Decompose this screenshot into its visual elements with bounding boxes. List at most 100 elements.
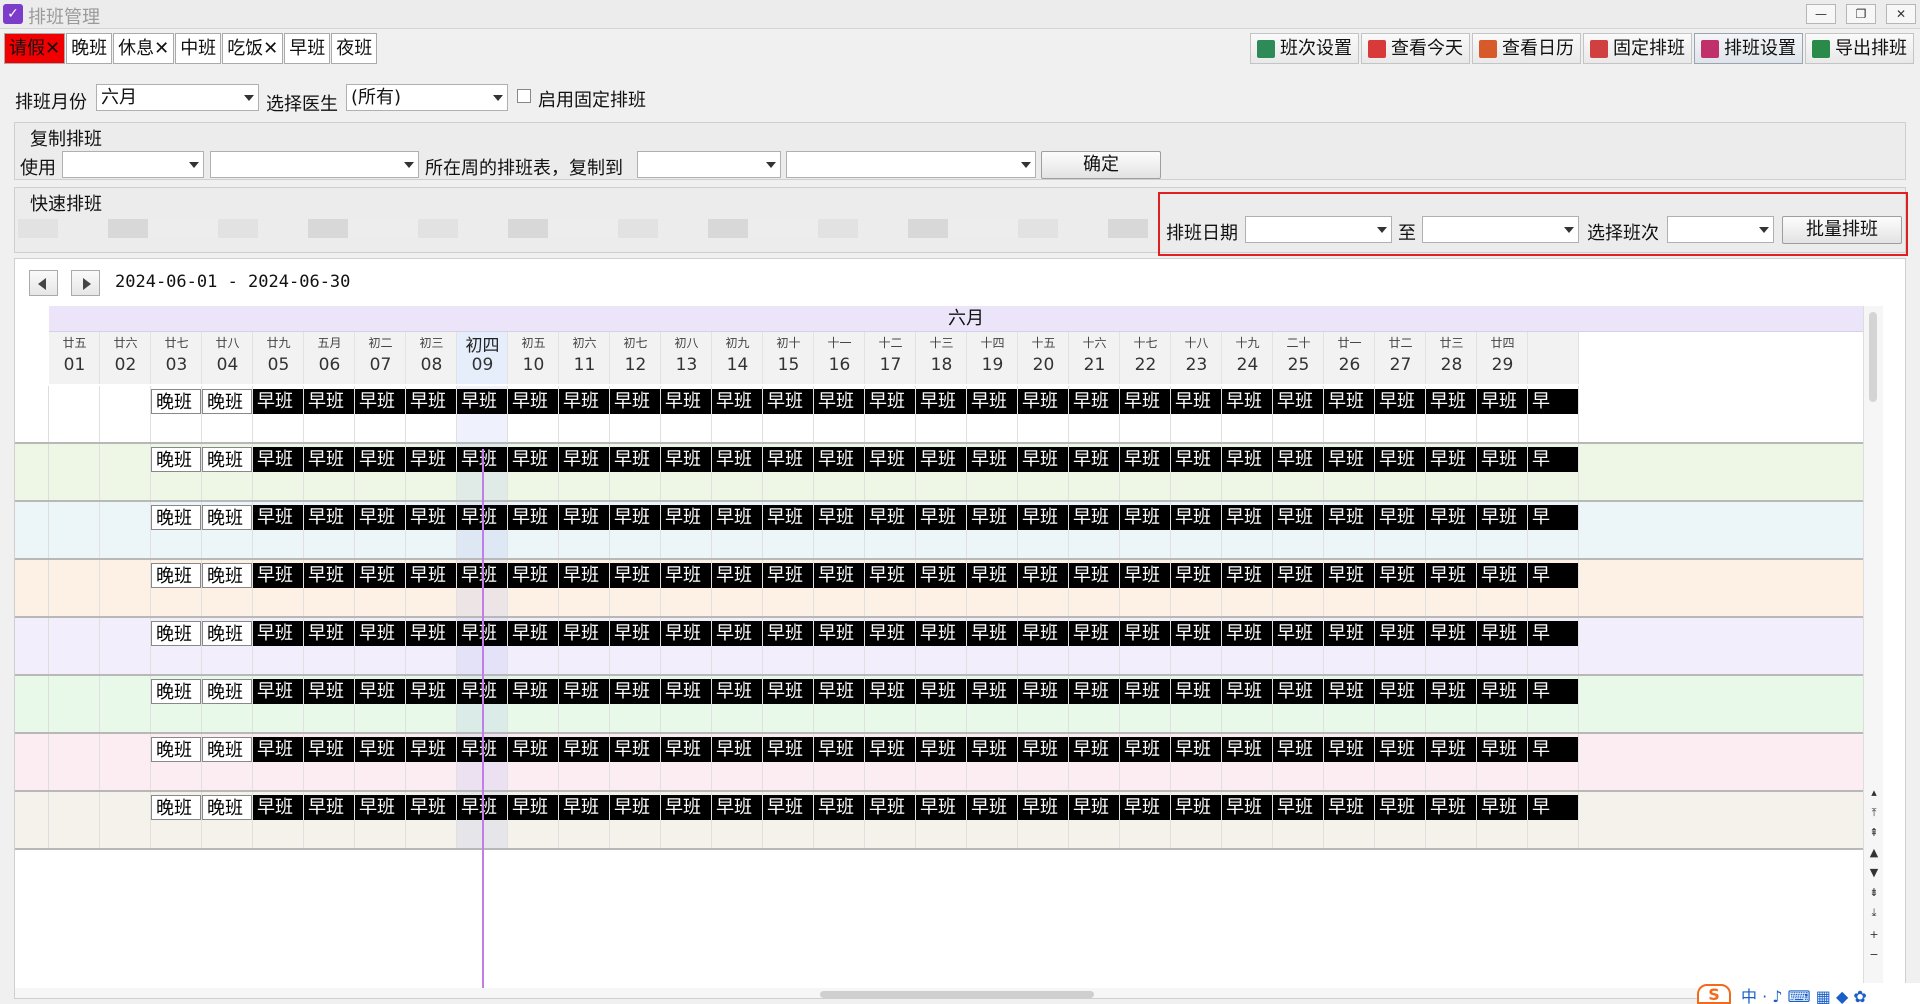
schedule-cell[interactable]: 早班: [1375, 560, 1426, 616]
early-shift-tag[interactable]: 早: [1528, 505, 1578, 530]
schedule-cell[interactable]: 早班: [1069, 386, 1120, 442]
early-shift-tag[interactable]: 早班: [1426, 563, 1476, 588]
early-shift-tag[interactable]: 早班: [712, 389, 762, 414]
early-shift-tag[interactable]: 早班: [508, 737, 558, 762]
doctor-picker-strip[interactable]: [18, 219, 1158, 238]
schedule-cell[interactable]: 早班: [1069, 502, 1120, 558]
schedule-cell[interactable]: 早班: [712, 560, 763, 616]
early-shift-tag[interactable]: 早班: [1426, 737, 1476, 762]
schedule-cell[interactable]: 晚班: [151, 734, 202, 790]
early-shift-tag[interactable]: 早班: [865, 737, 915, 762]
schedule-cell[interactable]: 早班: [661, 676, 712, 732]
toolbar-button[interactable]: 查看日历: [1472, 33, 1581, 64]
schedule-cell[interactable]: 早班: [253, 444, 304, 500]
schedule-cell[interactable]: 早班: [1069, 618, 1120, 674]
early-shift-tag[interactable]: 早班: [508, 621, 558, 646]
early-shift-tag[interactable]: 早班: [406, 563, 456, 588]
schedule-cell[interactable]: 早班: [865, 734, 916, 790]
early-shift-tag[interactable]: 早班: [916, 389, 966, 414]
schedule-cell[interactable]: 晚班: [151, 386, 202, 442]
schedule-cell[interactable]: 早班: [661, 560, 712, 616]
late-shift-tag[interactable]: 晚班: [202, 679, 252, 704]
schedule-cell[interactable]: 早班: [1222, 386, 1273, 442]
prev-month-button[interactable]: [29, 270, 58, 296]
schedule-cell[interactable]: 早班: [1222, 502, 1273, 558]
early-shift-tag[interactable]: 早班: [1069, 447, 1119, 472]
day-number[interactable]: 26: [1324, 355, 1375, 375]
early-shift-tag[interactable]: 早班: [406, 795, 456, 820]
doctor-row-header[interactable]: [15, 386, 49, 442]
early-shift-tag[interactable]: 早班: [1222, 447, 1272, 472]
schedule-cell[interactable]: 早班: [355, 618, 406, 674]
schedule-cell[interactable]: 早班: [1018, 734, 1069, 790]
early-shift-tag[interactable]: 早班: [1273, 621, 1323, 646]
early-shift-tag[interactable]: 早班: [1018, 563, 1068, 588]
early-shift-tag[interactable]: 早班: [1222, 389, 1272, 414]
early-shift-tag[interactable]: 早班: [1069, 795, 1119, 820]
schedule-cell[interactable]: 早班: [508, 502, 559, 558]
early-shift-tag[interactable]: 早班: [1426, 447, 1476, 472]
schedule-cell[interactable]: 早班: [763, 618, 814, 674]
schedule-cell[interactable]: 早班: [967, 502, 1018, 558]
early-shift-tag[interactable]: 早班: [355, 447, 405, 472]
schedule-cell[interactable]: 早班: [814, 676, 865, 732]
early-shift-tag[interactable]: 早班: [1477, 621, 1527, 646]
early-shift-tag[interactable]: 早班: [661, 795, 711, 820]
schedule-cell[interactable]: 早班: [916, 792, 967, 848]
day-number[interactable]: 17: [865, 355, 916, 375]
schedule-cell[interactable]: 早班: [559, 502, 610, 558]
schedule-cell[interactable]: 早班: [610, 386, 661, 442]
schedule-cell[interactable]: 早班: [916, 618, 967, 674]
schedule-cell[interactable]: 早班: [865, 560, 916, 616]
schedule-cell[interactable]: 早: [1528, 502, 1579, 558]
schedule-cell[interactable]: 早班: [1375, 618, 1426, 674]
scroll-top-icon[interactable]: ⤒: [1867, 806, 1881, 820]
early-shift-tag[interactable]: 早班: [865, 795, 915, 820]
early-shift-tag[interactable]: 早: [1528, 679, 1578, 704]
schedule-cell[interactable]: 早班: [763, 502, 814, 558]
schedule-cell[interactable]: 早班: [1477, 386, 1528, 442]
schedule-cell[interactable]: 早班: [763, 444, 814, 500]
early-shift-tag[interactable]: 早班: [355, 563, 405, 588]
early-shift-tag[interactable]: 早班: [406, 737, 456, 762]
schedule-cell[interactable]: [100, 444, 151, 500]
early-shift-tag[interactable]: 早班: [763, 389, 813, 414]
early-shift-tag[interactable]: 早班: [1477, 679, 1527, 704]
schedule-cell[interactable]: 早班: [304, 618, 355, 674]
early-shift-tag[interactable]: 早班: [1324, 737, 1374, 762]
early-shift-tag[interactable]: 早班: [1273, 447, 1323, 472]
early-shift-tag[interactable]: 早: [1528, 563, 1578, 588]
day-number[interactable]: 14: [712, 355, 763, 375]
early-shift-tag[interactable]: 早班: [916, 447, 966, 472]
schedule-cell[interactable]: 早班: [253, 560, 304, 616]
schedule-cell[interactable]: 早班: [1324, 386, 1375, 442]
schedule-cell[interactable]: 早班: [1426, 502, 1477, 558]
late-shift-tag[interactable]: 晚班: [151, 795, 201, 820]
schedule-cell[interactable]: 早班: [1477, 676, 1528, 732]
day-number[interactable]: 09: [457, 355, 508, 375]
early-shift-tag[interactable]: 早班: [661, 679, 711, 704]
schedule-cell[interactable]: 早班: [1375, 502, 1426, 558]
late-shift-tag[interactable]: 晚班: [151, 563, 201, 588]
schedule-cell[interactable]: 早班: [1426, 560, 1477, 616]
schedule-cell[interactable]: 晚班: [202, 734, 253, 790]
late-shift-tag[interactable]: 晚班: [202, 447, 252, 472]
schedule-cell[interactable]: 早班: [559, 676, 610, 732]
early-shift-tag[interactable]: 早班: [1375, 505, 1425, 530]
schedule-cell[interactable]: 晚班: [151, 502, 202, 558]
schedule-cell[interactable]: 早班: [1426, 444, 1477, 500]
scroll-up-icon[interactable]: ▴: [1867, 786, 1881, 800]
late-shift-tag[interactable]: 晚班: [151, 389, 201, 414]
legend-item[interactable]: 夜班: [331, 33, 378, 64]
scroll-bottom-icon[interactable]: ⤓: [1867, 906, 1881, 920]
schedule-cell[interactable]: 早班: [967, 676, 1018, 732]
schedule-cell[interactable]: 早班: [304, 792, 355, 848]
vertical-scroll-thumb[interactable]: [1869, 312, 1877, 402]
day-number[interactable]: 02: [100, 355, 151, 375]
schedule-cell[interactable]: 早班: [355, 792, 406, 848]
early-shift-tag[interactable]: 早班: [1171, 679, 1221, 704]
schedule-cell[interactable]: 早班: [1222, 618, 1273, 674]
early-shift-tag[interactable]: 早班: [253, 621, 303, 646]
early-shift-tag[interactable]: 早班: [304, 447, 354, 472]
schedule-cell[interactable]: [100, 502, 151, 558]
